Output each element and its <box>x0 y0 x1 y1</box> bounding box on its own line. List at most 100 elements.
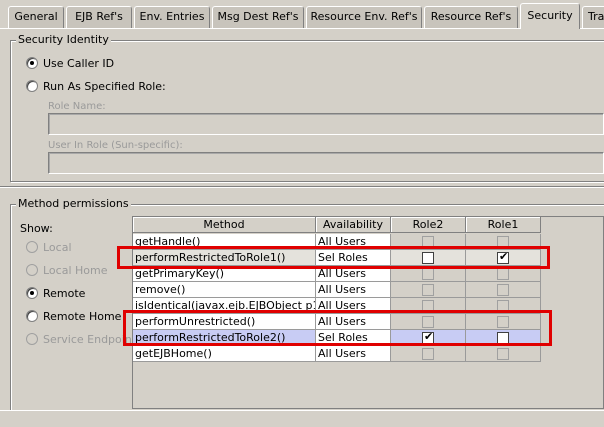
tab-label: General <box>14 10 58 23</box>
method-cell[interactable]: performUnrestricted() <box>133 314 316 330</box>
role1-checkbox[interactable] <box>497 348 509 360</box>
show-local-radio[interactable]: Local <box>26 240 72 256</box>
table-row[interactable]: getEJBHome() All Users <box>133 346 543 362</box>
role1-cell <box>466 330 541 346</box>
method-cell[interactable]: performRestrictedToRole1() <box>133 250 316 266</box>
role2-cell <box>391 282 466 298</box>
role2-checkbox[interactable] <box>422 268 434 280</box>
availability-cell[interactable]: All Users <box>316 266 391 282</box>
table-row[interactable]: performRestrictedToRole1() Sel Roles ✔ <box>133 250 543 266</box>
show-remote-label: Remote <box>43 287 86 300</box>
tab-resource-env-refs[interactable]: Resource Env. Ref's <box>306 6 422 28</box>
tab-env-entries[interactable]: Env. Entries <box>134 6 210 28</box>
role1-cell <box>466 346 541 362</box>
security-identity-title: Security Identity <box>16 33 111 46</box>
role1-checkbox[interactable] <box>497 316 509 328</box>
role2-checkbox[interactable] <box>422 300 434 312</box>
table-row[interactable]: remove() All Users <box>133 282 543 298</box>
use-caller-id-label: Use Caller ID <box>43 57 115 70</box>
role1-cell <box>466 314 541 330</box>
user-in-role-label: User In Role (Sun-specific): <box>48 140 183 151</box>
role2-checkbox[interactable] <box>422 236 434 248</box>
tab-label: EJB Ref's <box>75 10 123 23</box>
role2-cell <box>391 314 466 330</box>
radio-indicator <box>26 57 38 69</box>
column-header-role1[interactable]: Role1 <box>466 217 541 233</box>
tab-resource-refs[interactable]: Resource Ref's <box>424 6 518 28</box>
role1-cell <box>466 234 541 250</box>
role2-checkbox[interactable]: ✔ <box>422 330 434 344</box>
tab-ejb-refs[interactable]: EJB Ref's <box>66 6 132 28</box>
show-label: Show: <box>20 222 53 235</box>
method-cell[interactable]: getPrimaryKey() <box>133 266 316 282</box>
role1-checkbox[interactable]: ✔ <box>497 250 509 264</box>
availability-cell[interactable]: Sel Roles <box>316 250 391 266</box>
tab-label: Env. Entries <box>139 10 205 23</box>
role2-checkbox[interactable] <box>422 252 434 264</box>
method-cell[interactable]: getEJBHome() <box>133 346 316 362</box>
method-cell[interactable]: getHandle() <box>133 234 316 250</box>
availability-cell[interactable]: All Users <box>316 314 391 330</box>
role2-cell <box>391 298 466 314</box>
show-local-label: Local <box>43 241 72 254</box>
method-cell[interactable]: remove() <box>133 282 316 298</box>
tab-general[interactable]: General <box>8 6 64 28</box>
user-in-role-field <box>48 152 604 174</box>
availability-cell[interactable]: All Users <box>316 282 391 298</box>
role2-checkbox[interactable] <box>422 316 434 328</box>
tab-underline <box>0 28 604 29</box>
radio-indicator <box>26 333 38 345</box>
run-as-role-radio[interactable]: Run As Specified Role: <box>26 79 166 95</box>
tab-label: Tra <box>588 10 604 23</box>
tab-label: Security <box>527 9 573 22</box>
table-row[interactable]: performRestrictedToRole2() Sel Roles ✔ <box>133 330 543 346</box>
availability-cell[interactable]: All Users <box>316 346 391 362</box>
column-header-role2[interactable]: Role2 <box>391 217 466 233</box>
method-cell[interactable]: isIdentical(javax.ejb.EJBObject p1) <box>133 298 316 314</box>
show-local-home-radio[interactable]: Local Home <box>26 263 108 279</box>
availability-cell[interactable]: All Users <box>316 234 391 250</box>
tab-msg-dest-refs[interactable]: Msg Dest Ref's <box>212 6 304 28</box>
role2-cell <box>391 250 466 266</box>
role1-checkbox[interactable] <box>497 268 509 280</box>
check-mark-icon: ✔ <box>499 250 509 263</box>
method-cell[interactable]: performRestrictedToRole2() <box>133 330 316 346</box>
table-row[interactable]: getPrimaryKey() All Users <box>133 266 543 282</box>
role1-cell <box>466 266 541 282</box>
radio-indicator <box>26 80 38 92</box>
role2-checkbox[interactable] <box>422 348 434 360</box>
table-row[interactable]: isIdentical(javax.ejb.EJBObject p1) All U… <box>133 298 543 314</box>
role1-checkbox[interactable] <box>497 300 509 312</box>
tab-transactions[interactable]: Tra <box>582 6 604 28</box>
table-row[interactable]: performUnrestricted() All Users <box>133 314 543 330</box>
role2-cell <box>391 266 466 282</box>
bottom-edge <box>0 410 604 427</box>
table-row[interactable]: getHandle() All Users <box>133 234 543 250</box>
tab-bar: General EJB Ref's Env. Entries Msg Dest … <box>0 0 604 29</box>
radio-indicator <box>26 264 38 276</box>
show-remote-radio[interactable]: Remote <box>26 286 85 302</box>
show-remote-home-label: Remote Home <box>43 310 122 323</box>
show-service-endpoint-radio[interactable]: Service Endpoint <box>26 332 132 348</box>
tab-security[interactable]: Security <box>520 3 580 29</box>
column-header-method[interactable]: Method <box>133 217 316 233</box>
role1-cell <box>466 282 541 298</box>
availability-cell[interactable]: Sel Roles <box>316 330 391 346</box>
method-permissions-table: Method Availability Role2 Role1 getHandl… <box>132 216 604 409</box>
run-as-role-label: Run As Specified Role: <box>43 80 166 93</box>
role1-cell: ✔ <box>466 250 541 266</box>
role2-cell: ✔ <box>391 330 466 346</box>
tab-label: Resource Env. Ref's <box>310 10 418 23</box>
role1-checkbox[interactable] <box>497 236 509 248</box>
section-divider <box>0 186 604 188</box>
column-header-availability[interactable]: Availability <box>316 217 391 233</box>
role1-cell <box>466 298 541 314</box>
role1-checkbox[interactable] <box>497 284 509 296</box>
show-remote-home-radio[interactable]: Remote Home <box>26 309 121 325</box>
radio-indicator <box>26 287 38 299</box>
availability-cell[interactable]: All Users <box>316 298 391 314</box>
use-caller-id-radio[interactable]: Use Caller ID <box>26 56 114 72</box>
role1-checkbox[interactable] <box>497 332 509 344</box>
tab-label: Resource Ref's <box>430 10 512 23</box>
role2-checkbox[interactable] <box>422 284 434 296</box>
